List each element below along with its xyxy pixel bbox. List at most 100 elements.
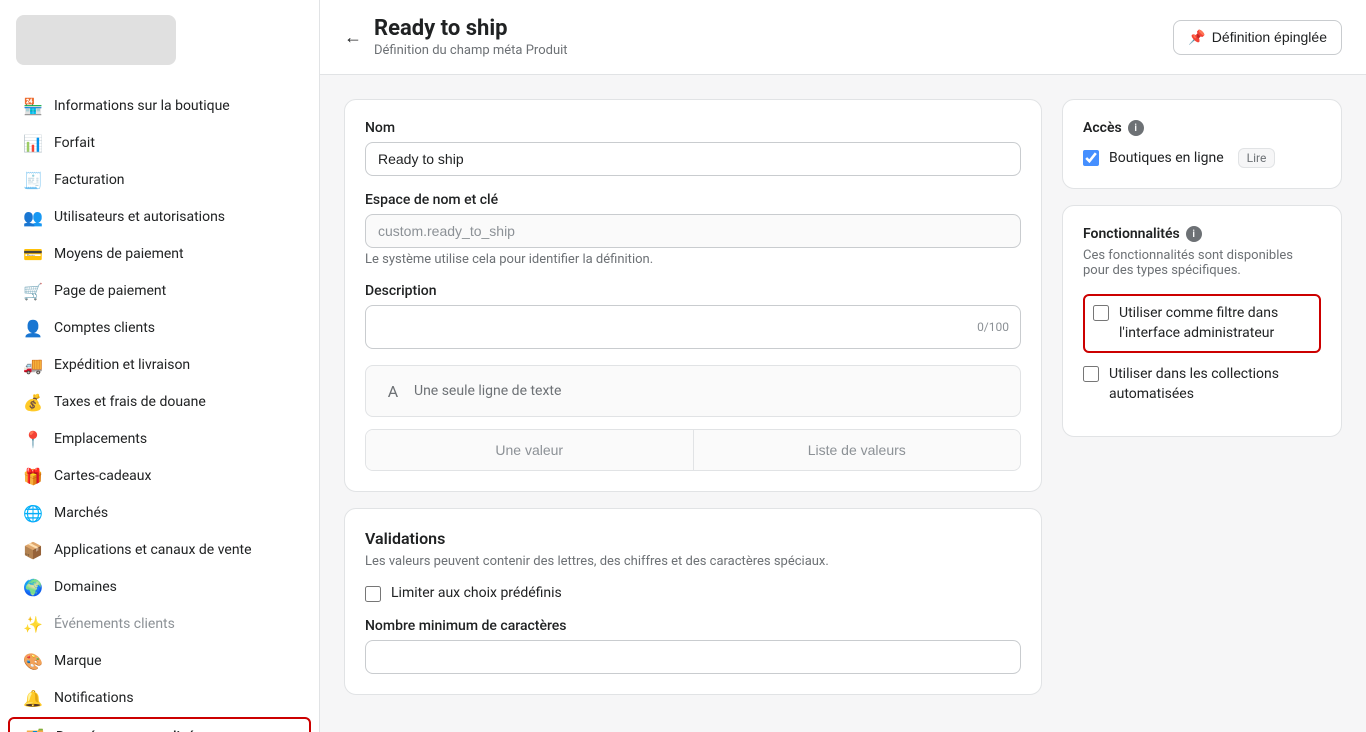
sidebar-logo-area	[0, 0, 319, 80]
sidebar-item-label: Forfait	[54, 135, 95, 151]
nom-input[interactable]	[365, 142, 1021, 176]
users-icon: 👥	[24, 208, 42, 226]
filtre-row: Utiliser comme filtre dans l'interface a…	[1093, 304, 1311, 343]
boutiques-label: Boutiques en ligne	[1109, 150, 1224, 166]
description-wrapper: 0/100	[365, 305, 1021, 349]
sidebar-item-paiement[interactable]: 💳 Moyens de paiement	[8, 236, 311, 272]
main-content: ← Ready to ship Définition du champ méta…	[320, 0, 1366, 732]
filtre-checkbox[interactable]	[1093, 305, 1109, 321]
single-value-tab[interactable]: Une valeur	[366, 430, 694, 470]
limiter-row: Limiter aux choix prédéfinis	[365, 585, 1021, 602]
sidebar-item-notifications[interactable]: 🔔 Notifications	[8, 680, 311, 716]
logo	[16, 15, 176, 65]
pin-button[interactable]: 📌 Définition épinglée	[1173, 20, 1342, 55]
description-group: Description 0/100	[365, 283, 1021, 349]
main-form-card: Nom Espace de nom et clé Le système util…	[344, 99, 1042, 492]
sidebar-item-label: Expédition et livraison	[54, 357, 190, 373]
events-icon: ✨	[24, 615, 42, 633]
sidebar-item-taxes[interactable]: 💰 Taxes et frais de douane	[8, 384, 311, 420]
sidebar-item-domaines[interactable]: 🌍 Domaines	[8, 569, 311, 605]
markets-icon: 🌐	[24, 504, 42, 522]
sidebar-item-label: Domaines	[54, 579, 117, 595]
features-title: Fonctionnalités i	[1083, 226, 1321, 242]
sidebar-item-label: Comptes clients	[54, 320, 155, 336]
type-preview: A Une seule ligne de texte	[365, 365, 1021, 417]
min-chars-label: Nombre minimum de caractères	[365, 618, 1021, 634]
sidebar-item-applications[interactable]: 📦 Applications et canaux de vente	[8, 532, 311, 568]
namespace-hint: Le système utilise cela pour identifier …	[365, 252, 1021, 267]
sidebar-item-marque[interactable]: 🎨 Marque	[8, 643, 311, 679]
limiter-checkbox[interactable]	[365, 586, 381, 602]
notifications-icon: 🔔	[24, 689, 42, 707]
features-info-icon[interactable]: i	[1186, 226, 1202, 242]
access-badge: Lire	[1238, 148, 1276, 168]
description-input[interactable]	[365, 305, 1021, 349]
sidebar-item-cartes-cadeaux[interactable]: 🎁 Cartes-cadeaux	[8, 458, 311, 494]
sidebar-item-evenements: ✨ Événements clients	[8, 606, 311, 642]
payment-icon: 💳	[24, 245, 42, 263]
pin-icon: 📌	[1188, 29, 1205, 46]
sidebar-item-label: Page de paiement	[54, 283, 166, 299]
back-button[interactable]: ←	[344, 27, 362, 48]
billing-icon: 🧾	[24, 171, 42, 189]
brand-icon: 🎨	[24, 652, 42, 670]
sidebar-item-utilisateurs[interactable]: 👥 Utilisateurs et autorisations	[8, 199, 311, 235]
sidebar-item-label: Moyens de paiement	[54, 246, 184, 262]
sidebar-item-facturation[interactable]: 🧾 Facturation	[8, 162, 311, 198]
min-chars-group: Nombre minimum de caractères	[365, 618, 1021, 674]
sidebar-item-expedition[interactable]: 🚚 Expédition et livraison	[8, 347, 311, 383]
left-column: Nom Espace de nom et clé Le système util…	[344, 99, 1042, 708]
sidebar-item-page-paiement[interactable]: 🛒 Page de paiement	[8, 273, 311, 309]
sidebar-item-label: Facturation	[54, 172, 125, 188]
type-label: Une seule ligne de texte	[414, 383, 561, 399]
sidebar-item-comptes[interactable]: 👤 Comptes clients	[8, 310, 311, 346]
store-icon: 🏪	[24, 97, 42, 115]
value-tabs: Une valeur Liste de valeurs	[365, 429, 1021, 471]
validations-card: Validations Les valeurs peuvent contenir…	[344, 508, 1042, 695]
min-chars-input[interactable]	[365, 640, 1021, 674]
boutiques-checkbox[interactable]	[1083, 150, 1099, 166]
checkout-icon: 🛒	[24, 282, 42, 300]
sidebar-item-marches[interactable]: 🌐 Marchés	[8, 495, 311, 531]
sidebar-item-label: Emplacements	[54, 431, 147, 447]
custom-data-icon: 🗂️	[26, 728, 44, 732]
access-title-text: Accès	[1083, 120, 1122, 136]
sidebar-item-forfait[interactable]: 📊 Forfait	[8, 125, 311, 161]
sidebar-item-label: Cartes-cadeaux	[54, 468, 151, 484]
namespace-group: Espace de nom et clé Le système utilise …	[365, 192, 1021, 267]
pin-button-label: Définition épinglée	[1212, 29, 1327, 45]
collections-row: Utiliser dans les collections automatisé…	[1083, 365, 1321, 404]
sidebar-item-informations[interactable]: 🏪 Informations sur la boutique	[8, 88, 311, 124]
top-bar-left: ← Ready to ship Définition du champ méta…	[344, 16, 568, 58]
content-area: Nom Espace de nom et clé Le système util…	[320, 75, 1366, 732]
filtre-label: Utiliser comme filtre dans l'interface a…	[1119, 304, 1311, 343]
sidebar-item-donnees[interactable]: 🗂️ Données personnalisées	[8, 717, 311, 732]
namespace-input	[365, 214, 1021, 248]
features-subtitle: Ces fonctionnalités sont disponibles pou…	[1083, 248, 1321, 278]
domains-icon: 🌍	[24, 578, 42, 596]
title-block: Ready to ship Définition du champ méta P…	[374, 16, 568, 58]
nom-label: Nom	[365, 120, 1021, 136]
features-title-text: Fonctionnalités	[1083, 226, 1180, 242]
plan-icon: 📊	[24, 134, 42, 152]
collections-checkbox[interactable]	[1083, 366, 1099, 382]
sidebar-nav: 🏪 Informations sur la boutique 📊 Forfait…	[0, 80, 319, 732]
page-subtitle: Définition du champ méta Produit	[374, 43, 568, 58]
sidebar-item-label: Applications et canaux de vente	[54, 542, 252, 558]
access-card: Accès i Boutiques en ligne Lire	[1062, 99, 1342, 189]
sidebar-item-label: Informations sur la boutique	[54, 98, 230, 114]
validations-title: Validations	[365, 529, 1021, 548]
collections-label: Utiliser dans les collections automatisé…	[1109, 365, 1321, 404]
location-icon: 📍	[24, 430, 42, 448]
gift-icon: 🎁	[24, 467, 42, 485]
top-bar: ← Ready to ship Définition du champ méta…	[320, 0, 1366, 75]
access-title: Accès i	[1083, 120, 1321, 136]
access-info-icon[interactable]: i	[1128, 120, 1144, 136]
sidebar-item-emplacements[interactable]: 📍 Emplacements	[8, 421, 311, 457]
description-label: Description	[365, 283, 1021, 299]
list-values-tab[interactable]: Liste de valeurs	[694, 430, 1021, 470]
nom-group: Nom	[365, 120, 1021, 176]
sidebar-item-label: Événements clients	[54, 616, 175, 632]
fonctionnalites-card: Fonctionnalités i Ces fonctionnalités so…	[1062, 205, 1342, 437]
sidebar-item-label: Marchés	[54, 505, 108, 521]
